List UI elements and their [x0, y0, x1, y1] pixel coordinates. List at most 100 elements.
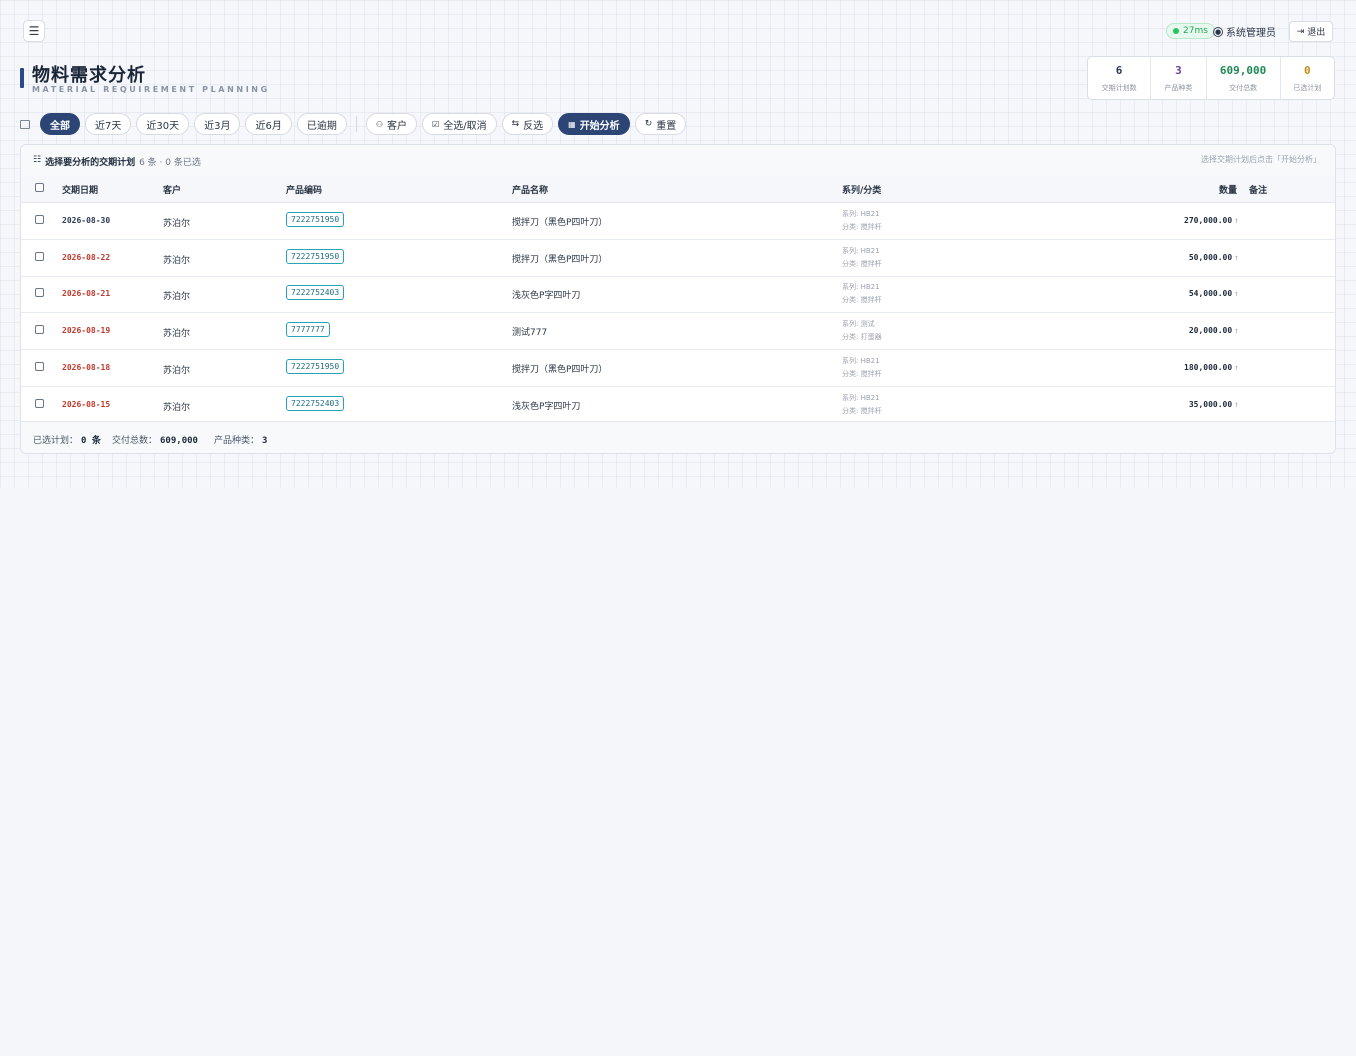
row-product-name: 搅拌刀（黑色P四叶刀）	[512, 364, 608, 375]
range-label: 近3月	[204, 120, 231, 132]
start-analysis-button[interactable]: ▦ 开始分析	[558, 113, 630, 135]
customer-label: 客户	[387, 120, 408, 132]
row-qty-value: 270,000.00	[1184, 216, 1233, 225]
footer-label: 已选计划：	[33, 436, 79, 446]
row-customer: 苏泊尔	[163, 292, 191, 303]
row-qty: 35,000.00 ↑	[1109, 400, 1239, 409]
latency-badge: 27ms	[1166, 23, 1215, 39]
row-product-name: 浅灰色P字四叶刀	[512, 291, 581, 302]
logout-icon: ⇥	[1296, 26, 1305, 37]
arrow-up-icon: ↑	[1234, 216, 1239, 225]
row-checkbox[interactable]	[35, 251, 44, 261]
row-date: 2026-08-22	[62, 252, 111, 262]
logout-label: 退出	[1307, 28, 1326, 38]
logout-button[interactable]: ⇥ 退出	[1289, 21, 1333, 42]
row-category: 分类: 搅拌杆	[842, 223, 882, 231]
page-subtitle: MATERIAL REQUIREMENT PLANNING	[32, 85, 270, 94]
row-series: 系列: HB21	[842, 210, 880, 218]
reset-button[interactable]: ↻ 重置	[634, 113, 687, 135]
table-row[interactable]: 2026-08-18 苏泊尔 7222751950 搅拌刀（黑色P四叶刀） 系列: HB…	[21, 350, 1335, 387]
customer-filter-button[interactable]: ⚇ 客户	[365, 113, 418, 135]
row-qty-value: 20,000.00	[1188, 326, 1233, 336]
stat-label: 已选计划	[1293, 83, 1322, 92]
range-label: 近30天	[146, 120, 180, 132]
row-category: 分类: 搅拌杆	[842, 259, 882, 268]
invert-selection-button[interactable]: ⇆ 反选	[501, 113, 554, 135]
stat-value: 0	[1304, 63, 1311, 77]
col-name: 产品名称	[512, 186, 549, 196]
stat-label: 交期计划数	[1101, 83, 1137, 92]
range-label: 近6月	[255, 120, 282, 132]
stat-label: 产品种类	[1164, 83, 1193, 92]
row-series: 系列: HB21	[842, 246, 880, 255]
panel-header: ☷ 选择要分析的交期计划 6 条 · 0 条已选 选择交期计划后点击「开始分析」	[21, 145, 1335, 177]
swap-icon: ⇆	[511, 119, 520, 129]
row-qty: 54,000.00 ↑	[1109, 289, 1239, 298]
table-row[interactable]: 2026-08-30 苏泊尔 7222751950 搅拌刀（黑色P四叶刀） 系列: HB…	[21, 203, 1335, 240]
row-customer: 苏泊尔	[163, 219, 191, 229]
row-checkbox[interactable]	[35, 288, 44, 298]
analyze-label: 开始分析	[579, 120, 620, 132]
row-code-tag: 7222751950	[286, 358, 345, 374]
footer-value: 0 条	[81, 436, 101, 446]
row-customer: 苏泊尔	[163, 255, 191, 266]
range-3m[interactable]: 近3月	[194, 113, 241, 135]
footer-label: 产品种类：	[214, 436, 260, 446]
row-checkbox[interactable]	[35, 215, 44, 224]
row-category: 分类: 搅拌杆	[842, 406, 882, 415]
select-all-label: 全选/取消	[443, 120, 487, 132]
range-all[interactable]: 全部	[40, 113, 80, 135]
row-checkbox[interactable]	[35, 398, 44, 408]
stats-panel: 6 交期计划数 3 产品种类 609,000 交付总数 0 已选计划	[1087, 56, 1335, 100]
table-row[interactable]: 2026-08-22 苏泊尔 7222751950 搅拌刀（黑色P四叶刀） 系列: HB…	[21, 240, 1335, 277]
range-label: 已逾期	[306, 120, 337, 132]
arrow-up-icon: ↑	[1234, 362, 1239, 372]
col-series: 系列/分类	[842, 186, 882, 196]
row-date: 2026-08-19	[62, 326, 111, 336]
table-row[interactable]: 2026-08-21 苏泊尔 7222752403 浅灰色P字四叶刀 系列: HB21 分…	[21, 276, 1335, 314]
range-7d[interactable]: 近7天	[85, 113, 132, 135]
table-row[interactable]: 2026-08-19 苏泊尔 7777777 测试777 系列: 测试 分类: 打蛋器 20…	[21, 313, 1335, 351]
menu-toggle-button[interactable]: ☰	[23, 20, 45, 42]
row-category: 分类: 搅拌杆	[842, 369, 882, 378]
row-date: 2026-08-18	[62, 362, 111, 372]
row-code-tag: 7777777	[286, 322, 330, 338]
select-all-checkbox[interactable]	[35, 183, 44, 192]
range-6m[interactable]: 近6月	[245, 113, 292, 135]
page-title: 物料需求分析	[32, 65, 146, 86]
table-row[interactable]: 2026-08-15 苏泊尔 7222752403 浅灰色P字四叶刀 系列: HB21 分…	[21, 387, 1335, 424]
plan-table-panel: ☷ 选择要分析的交期计划 6 条 · 0 条已选 选择交期计划后点击「开始分析」…	[20, 144, 1336, 454]
range-30d[interactable]: 近30天	[136, 113, 190, 135]
range-overdue[interactable]: 已逾期	[296, 113, 347, 135]
stat-label: 交付总数	[1229, 83, 1258, 92]
calculator-icon: ▦	[568, 119, 576, 129]
user-icon: ●	[1213, 26, 1223, 37]
user-info[interactable]: ● 系统管理员	[1213, 24, 1276, 39]
row-date: 2026-08-15	[62, 399, 111, 409]
panel-count: 6 条 · 0 条已选	[139, 158, 201, 168]
arrow-up-icon: ↑	[1234, 399, 1239, 409]
row-checkbox[interactable]	[35, 325, 44, 335]
stat-value: 6	[1115, 63, 1123, 77]
row-qty-value: 180,000.00	[1184, 362, 1233, 372]
arrow-up-icon: ↑	[1234, 289, 1239, 299]
refresh-icon: ↻	[644, 119, 653, 129]
row-qty-value: 54,000.00	[1188, 289, 1233, 299]
stat-value: 609,000	[1219, 63, 1267, 77]
invert-label: 反选	[523, 120, 544, 132]
list-icon: ☷	[33, 155, 42, 165]
row-code-tag: 7222752403	[286, 395, 345, 411]
row-checkbox[interactable]	[35, 361, 44, 371]
select-all-button[interactable]: ☑ 全选/取消	[422, 113, 497, 135]
panel-hint: 选择交期计划后点击「开始分析」	[1201, 155, 1321, 164]
arrow-up-icon: ↑	[1234, 252, 1239, 262]
footer-label: 交付总数：	[112, 436, 158, 446]
row-series: 系列: HB21	[842, 356, 880, 365]
row-code-tag: 7222751950	[286, 212, 345, 227]
range-label: 近7天	[95, 120, 122, 132]
footer-kinds: 产品种类： 3	[214, 433, 267, 446]
row-customer: 苏泊尔	[163, 402, 191, 413]
panel-title: 选择要分析的交期计划	[45, 158, 136, 168]
row-product-name: 搅拌刀（黑色P四叶刀）	[512, 218, 608, 228]
users-icon: ⚇	[375, 119, 384, 129]
